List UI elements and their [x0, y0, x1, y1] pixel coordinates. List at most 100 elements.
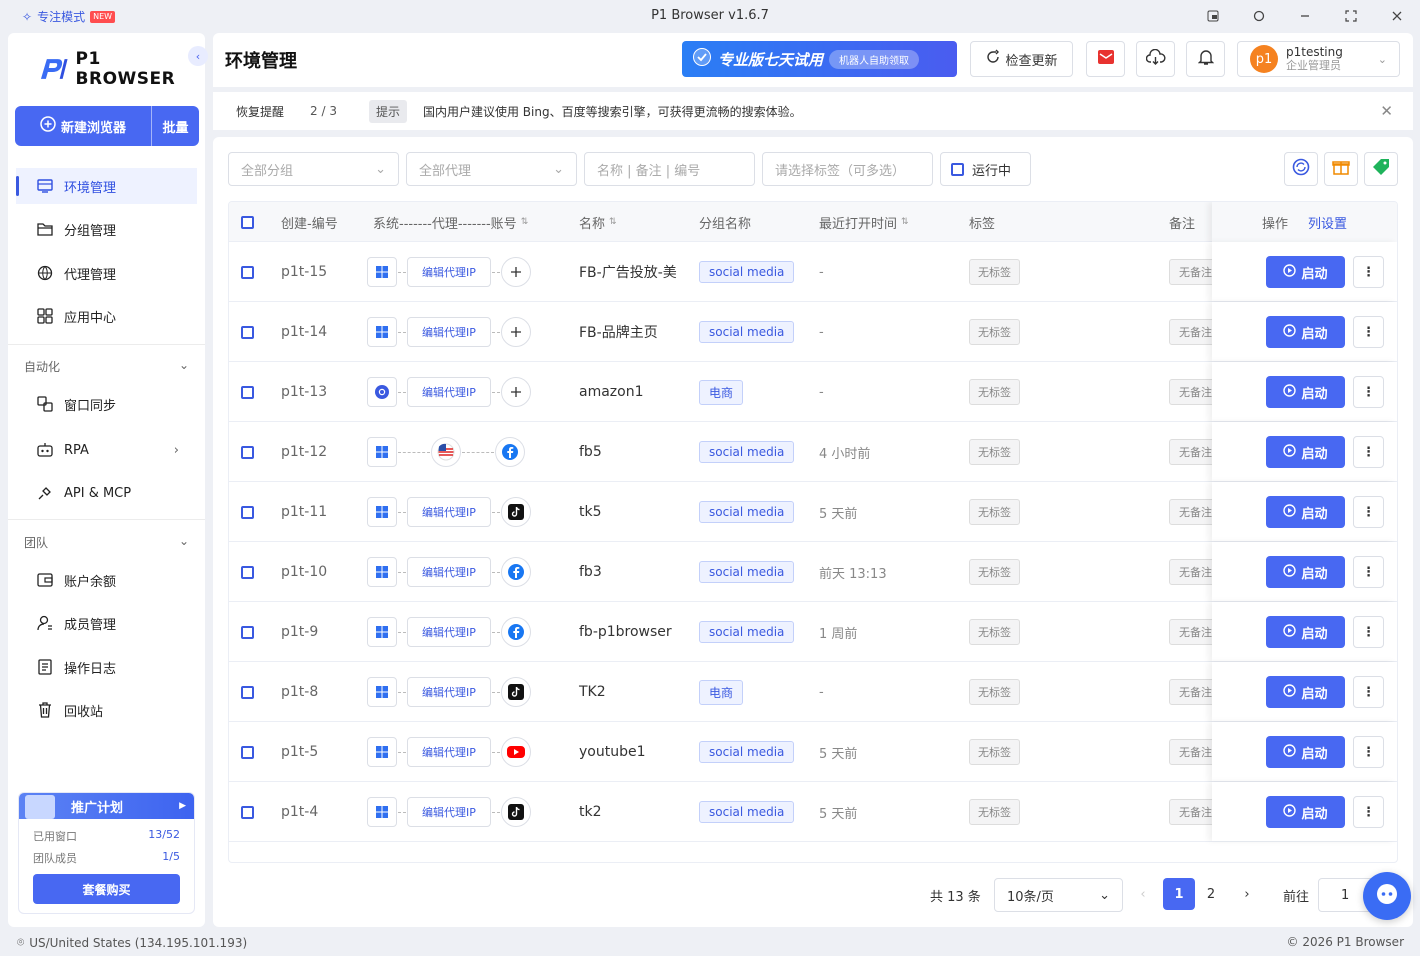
close-icon[interactable]: ✕ — [1380, 102, 1393, 120]
buy-plan-button[interactable]: 套餐购买 — [33, 874, 180, 904]
row-checkbox[interactable] — [241, 325, 254, 339]
row-checkbox[interactable] — [241, 685, 254, 699]
edit-proxy-button[interactable]: 编辑代理IP — [407, 377, 491, 407]
row-checkbox[interactable] — [241, 385, 254, 399]
start-button[interactable]: 启动 — [1266, 556, 1345, 588]
tag-icon — [1372, 158, 1390, 180]
sidebar-item-api-mcp[interactable]: API & MCP — [16, 475, 197, 511]
start-button[interactable]: 启动 — [1266, 376, 1345, 408]
edit-proxy-button[interactable]: 编辑代理IP — [407, 677, 491, 707]
tag-button[interactable] — [1364, 152, 1398, 186]
caret-right-icon: ▶ — [179, 801, 186, 811]
inbox-button[interactable] — [1086, 41, 1125, 77]
automation-section-title[interactable]: 自动化 ⌄ — [24, 358, 189, 375]
select-all-checkbox[interactable] — [241, 215, 254, 229]
sidebar-item-group-management[interactable]: 分组管理 — [16, 211, 197, 247]
column-settings-link[interactable]: 列设置 — [1308, 202, 1347, 242]
proxy-filter-select[interactable]: 全部代理 ⌄ — [406, 152, 577, 186]
sidebar-item-account-balance[interactable]: 账户余额 — [16, 562, 197, 598]
search-input[interactable]: 名称 | 备注 | 编号 — [584, 152, 755, 186]
edit-proxy-button[interactable]: 编辑代理IP — [407, 617, 491, 647]
edit-proxy-button[interactable]: 编辑代理IP — [407, 497, 491, 527]
more-options-button[interactable]: ⋮ — [1353, 256, 1384, 288]
refresh-list-button[interactable] — [1284, 152, 1318, 186]
more-options-button[interactable]: ⋮ — [1353, 736, 1384, 768]
page-1-button[interactable]: 1 — [1163, 878, 1195, 910]
next-page-button[interactable]: › — [1231, 878, 1263, 910]
row-checkbox[interactable] — [241, 565, 254, 579]
sidebar-item-member-management[interactable]: 成员管理 — [16, 605, 197, 641]
page-size-select[interactable]: 10条/页 ⌄ — [994, 878, 1123, 912]
collapse-sidebar-button[interactable]: ‹ — [188, 46, 208, 66]
profile-id: p1t-15 — [281, 264, 328, 280]
sidebar-item-rpa[interactable]: RPA › — [16, 432, 197, 468]
more-options-button[interactable]: ⋮ — [1353, 616, 1384, 648]
cloud-sync-button[interactable] — [1136, 41, 1175, 77]
row-checkbox[interactable] — [241, 625, 254, 639]
more-options-button[interactable]: ⋮ — [1353, 796, 1384, 828]
restore-reminder-label[interactable]: 恢复提醒 — [236, 103, 284, 120]
group-filter-select[interactable]: 全部分组 ⌄ — [228, 152, 399, 186]
sidebar-item-operation-log[interactable]: 操作日志 — [16, 649, 197, 685]
col-last-open[interactable]: 最近打开时间 ⇅ — [819, 202, 909, 242]
check-update-button[interactable]: 检查更新 — [970, 41, 1073, 77]
start-button[interactable]: 启动 — [1266, 316, 1345, 348]
promo-plan-header[interactable]: 推广计划 ▶ — [19, 793, 194, 819]
edit-proxy-button[interactable]: 编辑代理IP — [407, 797, 491, 827]
edit-proxy-button[interactable]: 编辑代理IP — [407, 317, 491, 347]
start-button[interactable]: 启动 — [1266, 676, 1345, 708]
user-menu[interactable]: p1 p1testing 企业管理员 ⌄ — [1237, 41, 1400, 77]
table-row: p1t-14 编辑代理IP FB-品牌主页 social media - 无标签… — [229, 302, 1397, 362]
start-button[interactable]: 启动 — [1266, 436, 1345, 468]
add-account-button[interactable] — [501, 257, 531, 287]
add-account-button[interactable] — [501, 377, 531, 407]
more-options-button[interactable]: ⋮ — [1353, 676, 1384, 708]
row-checkbox[interactable] — [241, 265, 254, 279]
sidebar-item-window-sync[interactable]: 窗口同步 — [16, 386, 197, 422]
refresh-icon[interactable] — [1236, 6, 1282, 26]
col-system[interactable]: 系统-------代理-------账号 ⇅ — [373, 202, 528, 242]
maximize-icon[interactable] — [1328, 6, 1374, 26]
notifications-button[interactable] — [1186, 41, 1225, 77]
start-button[interactable]: 启动 — [1266, 736, 1345, 768]
more-options-button[interactable]: ⋮ — [1353, 496, 1384, 528]
prev-page-button[interactable]: ‹ — [1127, 878, 1159, 910]
page-2-button[interactable]: 2 — [1195, 878, 1227, 910]
row-checkbox[interactable] — [241, 745, 254, 759]
more-options-button[interactable]: ⋮ — [1353, 436, 1384, 468]
new-browser-button[interactable]: 新建浏览器 — [15, 106, 151, 146]
tags-select[interactable]: 请选择标签（可多选） — [762, 152, 933, 186]
start-button[interactable]: 启动 — [1266, 796, 1345, 828]
chevron-down-icon: ⌄ — [553, 161, 564, 177]
col-name[interactable]: 名称 ⇅ — [579, 202, 617, 242]
more-options-button[interactable]: ⋮ — [1353, 316, 1384, 348]
team-section-title[interactable]: 团队 ⌄ — [24, 534, 189, 551]
pro-trial-banner[interactable]: 专业版七天试用 机器人自助领取 — [682, 41, 957, 77]
gift-button[interactable] — [1324, 152, 1358, 186]
batch-button[interactable]: 批量 — [151, 106, 199, 146]
edit-proxy-button[interactable]: 编辑代理IP — [407, 737, 491, 767]
add-account-button[interactable] — [501, 317, 531, 347]
close-icon[interactable] — [1374, 6, 1420, 26]
row-checkbox[interactable] — [241, 445, 254, 459]
edit-proxy-button[interactable]: 编辑代理IP — [407, 557, 491, 587]
row-checkbox[interactable] — [241, 505, 254, 519]
more-options-button[interactable]: ⋮ — [1353, 556, 1384, 588]
checkbox[interactable] — [951, 162, 964, 176]
sidebar-item-env-management[interactable]: 环境管理 — [16, 168, 197, 204]
picture-in-picture-icon[interactable] — [1190, 6, 1236, 26]
start-button[interactable]: 启动 — [1266, 496, 1345, 528]
sync-window-icon — [36, 395, 54, 413]
start-button[interactable]: 启动 — [1266, 256, 1345, 288]
minimize-icon[interactable] — [1282, 6, 1328, 26]
support-chat-button[interactable] — [1363, 872, 1411, 920]
row-checkbox[interactable] — [241, 805, 254, 819]
more-options-button[interactable]: ⋮ — [1353, 376, 1384, 408]
sidebar-item-proxy-management[interactable]: 代理管理 — [16, 255, 197, 291]
start-button[interactable]: 启动 — [1266, 616, 1345, 648]
sidebar-item-recycle-bin[interactable]: 回收站 — [16, 692, 197, 728]
running-filter-checkbox[interactable]: 运行中 — [940, 152, 1031, 186]
edit-proxy-button[interactable]: 编辑代理IP — [407, 257, 491, 287]
sidebar-item-app-center[interactable]: 应用中心 — [16, 298, 197, 334]
us-flag-icon[interactable] — [431, 437, 461, 467]
